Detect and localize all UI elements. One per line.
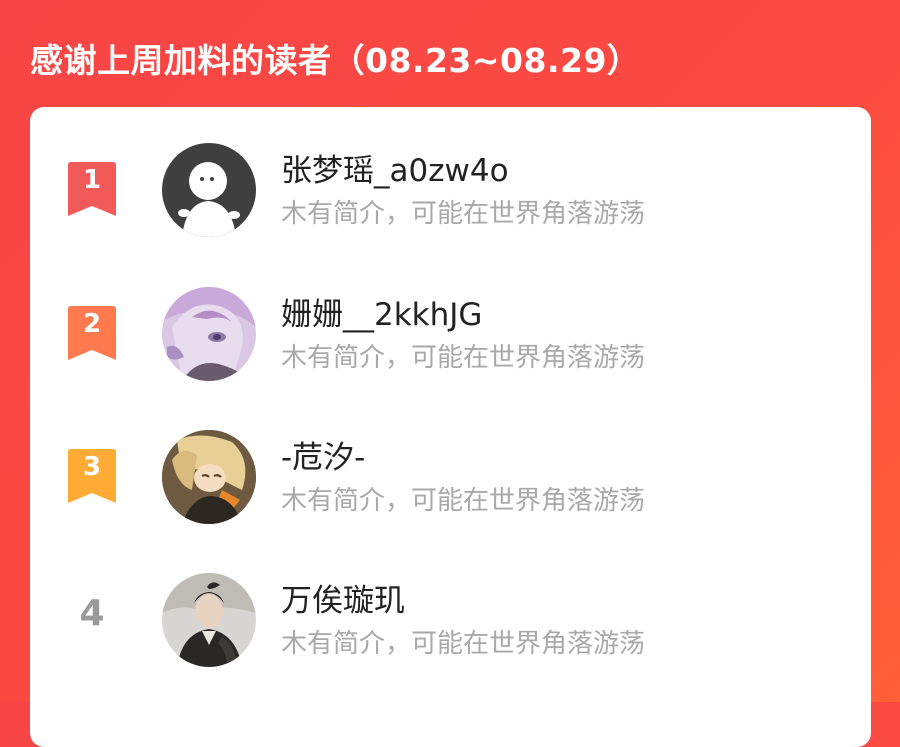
reader-name[interactable]: 张梦瑶_a0zw4o [281, 145, 509, 190]
rank-badge-1: 1 [68, 162, 116, 216]
page-title: 感谢上周加料的读者（08.23~08.29） [30, 41, 641, 80]
rank-number: 2 [82, 309, 102, 339]
reader-row-3[interactable]: 3 -苊汐- 木有简介，可能在世界角落游荡 [30, 424, 871, 534]
anime-girl-avatar [162, 287, 256, 381]
reader-name[interactable]: -苊汐- [281, 432, 365, 477]
reader-bio: 木有简介，可能在世界角落游荡 [281, 343, 646, 373]
reader-bio: 木有简介，可能在世界角落游荡 [281, 486, 646, 516]
default-avatar-icon [162, 143, 256, 237]
reader-bio: 木有简介，可能在世界角落游荡 [281, 199, 646, 229]
avatar[interactable] [162, 430, 256, 524]
reader-name[interactable]: 姗姗__2kkhJG [281, 289, 482, 334]
reader-row-2[interactable]: 2 姗姗__2kkhJG 木有简介，可能在世界角落游荡 [30, 281, 871, 391]
rank-number: 1 [82, 165, 102, 195]
rank-number: 3 [82, 452, 102, 482]
anime-character-avatar [162, 430, 256, 524]
reader-row-4[interactable]: 4 万俟璇玑 木有简介，可能在世界角落游荡 [30, 567, 871, 677]
avatar[interactable] [162, 287, 256, 381]
costume-portrait-avatar [162, 573, 256, 667]
reader-bio: 木有简介，可能在世界角落游荡 [281, 629, 646, 659]
reader-row-1[interactable]: 1 张梦瑶_a0zw4o 木有简介，可能在世界角落游荡 [30, 137, 871, 247]
rank-number: 4 [79, 593, 105, 634]
avatar[interactable] [162, 143, 256, 237]
reader-list-card: 1 张梦瑶_a0zw4o 木有简介，可能在世界角落游荡 2 姗姗__2kkhJG… [30, 107, 871, 747]
avatar[interactable] [162, 573, 256, 667]
rank-badge-2: 2 [68, 306, 116, 360]
reader-name[interactable]: 万俟璇玑 [281, 575, 405, 620]
rank-badge-3: 3 [68, 449, 116, 503]
